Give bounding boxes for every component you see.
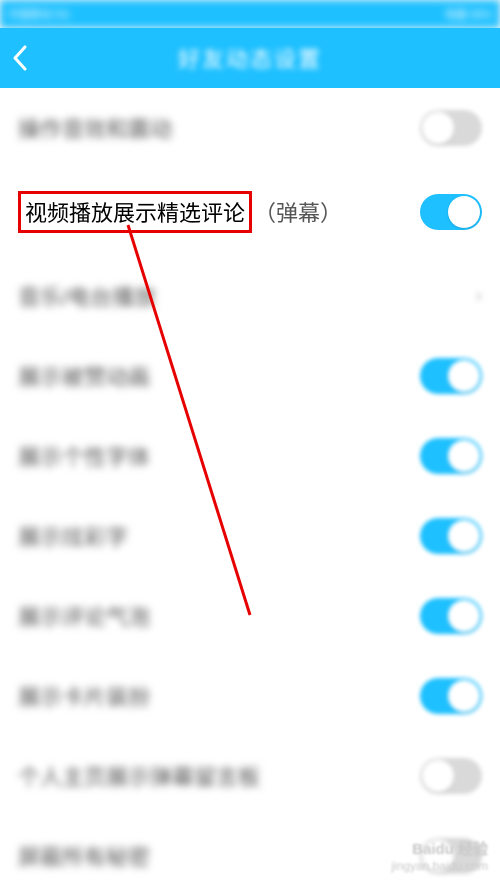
toggle-video-comments[interactable]: [420, 194, 482, 230]
row-comment-bubble[interactable]: 展示评论气泡: [0, 576, 500, 656]
row-music-radio[interactable]: 音乐/电台播放 ›: [0, 256, 500, 336]
row-like-animation[interactable]: 展示被赞动画: [0, 336, 500, 416]
row-label: 展示卡片装扮: [18, 680, 150, 712]
row-label: 展示评论气泡: [18, 600, 150, 632]
row-sound-vibration[interactable]: 操作音效和震动: [0, 88, 500, 168]
watermark: Baidu 经验 jingyan.baidu.com: [391, 840, 488, 875]
row-custom-font[interactable]: 展示个性字体: [0, 416, 500, 496]
row-profile-danmaku[interactable]: 个人主页展示弹幕留言板: [0, 736, 500, 816]
toggle-comment-bubble[interactable]: [420, 598, 482, 634]
highlight-box: 视频播放展示精选评论: [18, 191, 252, 233]
page-title: 好友动态设置: [10, 42, 490, 74]
toggle-card-decoration[interactable]: [420, 678, 482, 714]
row-label-wrap: 视频播放展示精选评论 （弹幕）: [18, 191, 342, 233]
toggle-custom-font[interactable]: [420, 438, 482, 474]
row-label: 展示炫彩字: [18, 520, 128, 552]
row-color-text[interactable]: 展示炫彩字: [0, 496, 500, 576]
settings-list: 操作音效和震动 视频播放展示精选评论 （弹幕） 音乐/电台播放 › 展示被赞动画…: [0, 88, 500, 896]
row-label: 屏蔽所有秘密: [18, 840, 150, 872]
toggle-like-animation[interactable]: [420, 358, 482, 394]
row-label: 音乐/电台播放: [18, 280, 156, 312]
chevron-right-icon: ›: [475, 285, 482, 308]
status-bar: 中国移动 5G 电量 68%: [0, 0, 500, 28]
row-label: 展示个性字体: [18, 440, 150, 472]
row-label: 操作音效和震动: [18, 112, 172, 144]
row-card-decoration[interactable]: 展示卡片装扮: [0, 656, 500, 736]
row-label: 展示被赞动画: [18, 360, 150, 392]
toggle-profile-danmaku[interactable]: [420, 758, 482, 794]
header: 好友动态设置: [0, 28, 500, 88]
row-video-comments[interactable]: 视频播放展示精选评论 （弹幕）: [0, 168, 500, 256]
toggle-sound-vibration[interactable]: [420, 110, 482, 146]
row-label-suffix: （弹幕）: [254, 201, 342, 226]
row-label: 个人主页展示弹幕留言板: [18, 760, 260, 792]
row-label: 视频播放展示精选评论: [25, 201, 245, 226]
toggle-color-text[interactable]: [420, 518, 482, 554]
